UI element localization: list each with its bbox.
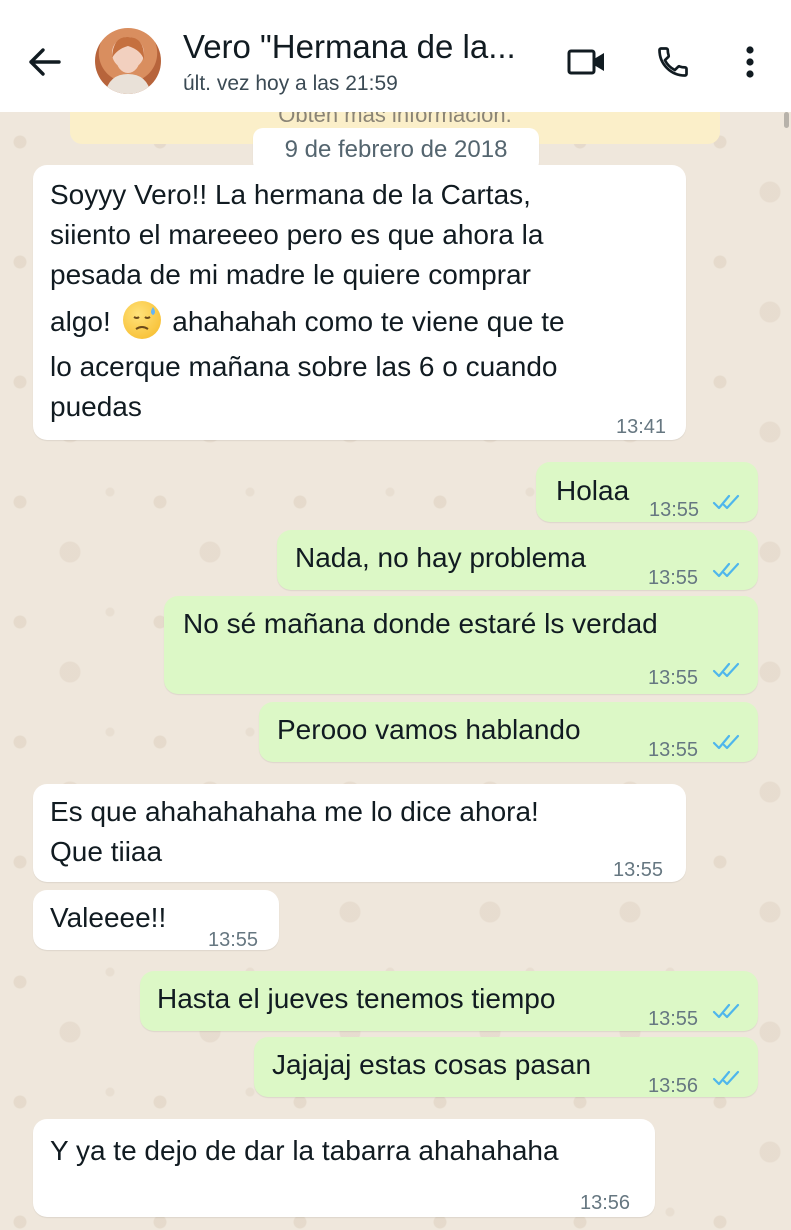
message-line-part: ahahahah como te viene que te xyxy=(172,306,565,337)
video-call-button[interactable] xyxy=(566,42,608,82)
encryption-notice-text: Obtén más información. xyxy=(278,112,512,127)
message-time: 13:55 xyxy=(648,667,699,689)
contact-name[interactable]: Vero "Hermana de la... xyxy=(183,28,533,66)
message-line-with-emoji: algo! ahahahah como te viene que te xyxy=(50,301,565,342)
voice-call-button[interactable] xyxy=(652,42,694,82)
message-line: lo acerque mañana sobre las 6 o cuando xyxy=(50,351,558,382)
sad-sweat-emoji-icon xyxy=(122,301,161,339)
message-time: 13:41 xyxy=(616,416,667,438)
message-line: puedas xyxy=(50,391,142,422)
back-arrow-icon xyxy=(29,48,61,76)
outgoing-message[interactable]: Jajajaj estas cosas pasan 13:56 xyxy=(254,1037,758,1097)
incoming-message[interactable]: Es que ahahahahaha me lo dice ahora! Que… xyxy=(33,784,686,882)
back-button[interactable] xyxy=(24,40,64,84)
read-ticks-icon xyxy=(712,662,740,678)
message-time: 13:55 xyxy=(208,929,259,951)
contact-avatar[interactable] xyxy=(95,28,161,94)
message-text: Valeeee!! xyxy=(50,902,167,933)
video-call-icon xyxy=(567,49,604,75)
incoming-message[interactable]: Valeeee!! 13:55 xyxy=(33,890,279,951)
message-text: Y ya te dejo de dar la tabarra ahahahaha xyxy=(50,1135,559,1166)
message-time: 13:55 xyxy=(648,567,699,589)
message-line-part: algo! xyxy=(50,306,111,337)
last-seen-status: últ. vez hoy a las 21:59 xyxy=(183,72,398,95)
chat-header: Vero "Hermana de la... últ. vez hoy a la… xyxy=(0,0,791,112)
read-ticks-icon xyxy=(712,734,740,750)
read-ticks-icon xyxy=(712,562,740,578)
outgoing-message[interactable]: No sé mañana donde estaré ls verdad 13:5… xyxy=(164,596,758,694)
outgoing-message[interactable]: Hasta el jueves tenemos tiempo 13:55 xyxy=(140,971,758,1031)
message-time: 13:55 xyxy=(613,859,664,881)
message-line: Que tiiaa xyxy=(50,836,163,867)
message-time: 13:56 xyxy=(580,1192,631,1214)
read-ticks-icon xyxy=(712,494,740,510)
message-time: 13:55 xyxy=(649,499,700,521)
message-text: Nada, no hay problema xyxy=(295,542,587,573)
outgoing-message[interactable]: Perooo vamos hablando 13:55 xyxy=(259,702,758,762)
avatar-photo xyxy=(105,36,151,94)
more-vert-icon xyxy=(746,46,754,78)
message-time: 13:56 xyxy=(648,1075,699,1097)
message-text: Holaa xyxy=(556,475,630,506)
message-line: Es que ahahahahaha me lo dice ahora! xyxy=(50,796,539,827)
message-text: Perooo vamos hablando xyxy=(277,714,581,745)
message-time: 13:55 xyxy=(648,739,699,761)
outgoing-message[interactable]: Holaa 13:55 xyxy=(536,462,758,522)
incoming-message[interactable]: Y ya te dejo de dar la tabarra ahahahaha… xyxy=(33,1119,655,1217)
message-text: Jajajaj estas cosas pasan xyxy=(272,1049,592,1080)
outgoing-message[interactable]: Nada, no hay problema 13:55 xyxy=(277,530,758,590)
message-line: siiento el mareeeo pero es que ahora la xyxy=(50,219,544,250)
message-text: Hasta el jueves tenemos tiempo xyxy=(157,983,556,1014)
phone-icon xyxy=(658,47,688,77)
message-text: No sé mañana donde estaré ls verdad xyxy=(183,608,658,639)
chat-area[interactable]: Obtén más información. 9 de febrero de 2… xyxy=(0,112,791,1230)
incoming-message[interactable]: Soyyy Vero!! La hermana de la Cartas, si… xyxy=(33,165,686,440)
read-ticks-icon xyxy=(712,1003,740,1019)
message-line: Soyyy Vero!! La hermana de la Cartas, xyxy=(50,179,531,210)
message-line: pesada de mi madre le quiere comprar xyxy=(50,259,531,290)
more-options-button[interactable] xyxy=(736,42,764,82)
message-time: 13:55 xyxy=(648,1008,699,1030)
read-ticks-icon xyxy=(712,1070,740,1086)
chat-scrollbar[interactable] xyxy=(784,112,789,128)
